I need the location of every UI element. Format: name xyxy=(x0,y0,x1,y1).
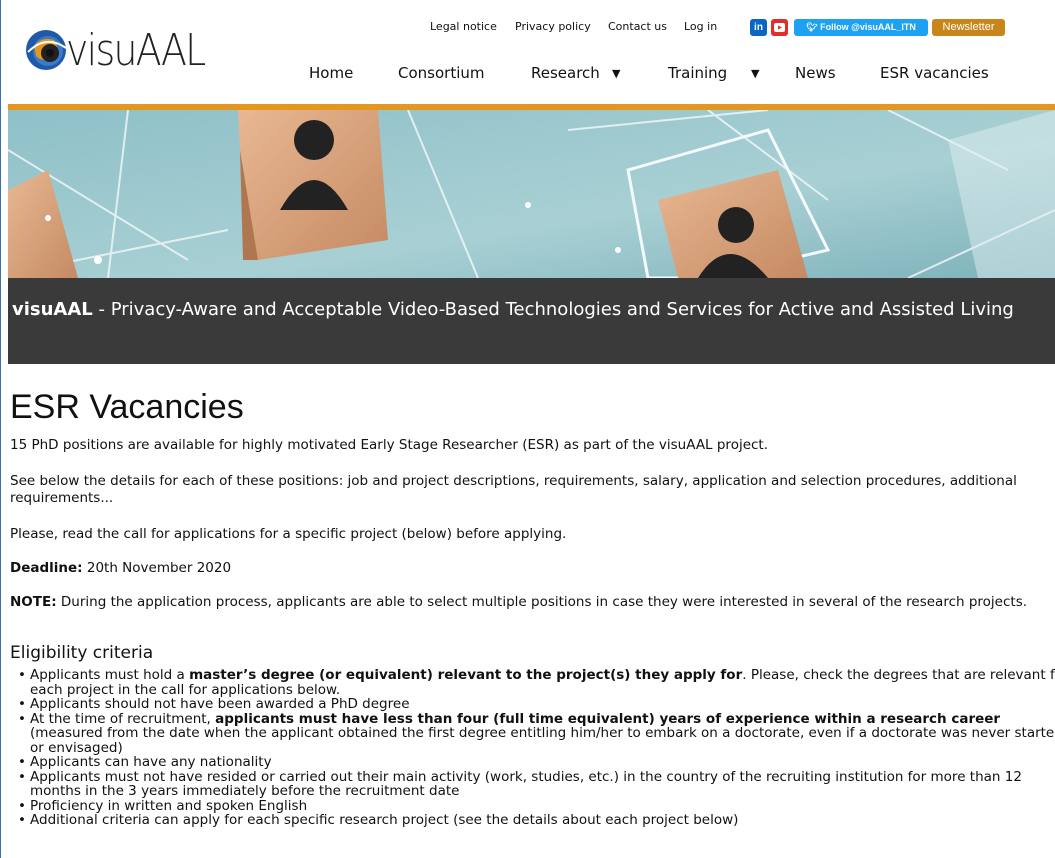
logo-text: visuAAL xyxy=(66,25,206,76)
project-title-bar: visuAAL - Privacy-Aware and Acceptable V… xyxy=(8,278,1055,364)
globe-icon xyxy=(26,30,67,70)
hero-banner-image xyxy=(8,110,1055,278)
nav-consortium[interactable]: Consortium xyxy=(398,64,484,82)
eligibility-heading: Eligibility criteria xyxy=(10,643,154,663)
login-link[interactable]: Log in xyxy=(684,20,717,33)
training-caret-icon[interactable]: ▼ xyxy=(751,67,759,80)
list-item: Applicants must hold a master’s degree (… xyxy=(18,668,1055,697)
list-item: Applicants must not have resided or carr… xyxy=(18,769,1055,799)
project-subtitle: - Privacy-Aware and Acceptable Video-Bas… xyxy=(92,299,1014,320)
list-item: Applicants can have any nationality xyxy=(18,755,1055,770)
deadline-value: 20th November 2020 xyxy=(82,560,232,576)
contact-us-link[interactable]: Contact us xyxy=(608,20,667,33)
note-paragraph: NOTE: During the application process, ap… xyxy=(10,594,1050,611)
twitter-follow-button[interactable]: 🐦︎ Follow @visuAAL_ITN xyxy=(794,19,928,36)
deadline-paragraph: Deadline: 20th November 2020 xyxy=(10,560,1050,577)
twitter-icon: 🐦︎ xyxy=(806,22,821,32)
nav-training[interactable]: Training xyxy=(668,64,727,82)
privacy-policy-link[interactable]: Privacy policy xyxy=(515,20,591,33)
list-item: Applicants should not have been awarded … xyxy=(18,697,1055,712)
site-logo[interactable]: visuAAL xyxy=(24,24,234,76)
intro-paragraph: 15 PhD positions are available for highl… xyxy=(10,437,769,453)
note-label: NOTE: xyxy=(10,594,57,610)
page-title: ESR Vacancies xyxy=(10,388,244,426)
deadline-label: Deadline: xyxy=(10,560,83,576)
nav-esr-vacancies[interactable]: ESR vacancies xyxy=(880,64,989,82)
legal-notice-link[interactable]: Legal notice xyxy=(430,20,497,33)
eligibility-list: Applicants must hold a master’s degree (… xyxy=(10,668,1055,828)
youtube-icon[interactable] xyxy=(771,19,788,36)
list-item: Additional criteria can apply for each s… xyxy=(18,813,1055,828)
research-caret-icon[interactable]: ▼ xyxy=(612,67,620,80)
nav-home[interactable]: Home xyxy=(309,64,353,82)
read-call-paragraph: Please, read the call for applications f… xyxy=(10,526,567,542)
project-title: visuAAL - Privacy-Aware and Acceptable V… xyxy=(12,296,1055,323)
project-name: visuAAL xyxy=(12,299,93,320)
linkedin-icon[interactable]: in xyxy=(750,19,767,36)
nav-news[interactable]: News xyxy=(795,64,836,82)
nav-research[interactable]: Research xyxy=(531,64,600,82)
note-text: During the application process, applican… xyxy=(56,594,1028,610)
list-item: At the time of recruitment, applicants m… xyxy=(18,711,1055,756)
list-item: Proficiency in written and spoken Englis… xyxy=(18,798,1055,814)
site-header: visuAAL Legal notice Privacy policy Cont… xyxy=(0,0,1055,104)
details-paragraph: See below the details for each of these … xyxy=(10,473,1017,506)
newsletter-button[interactable]: Newsletter xyxy=(932,19,1005,36)
